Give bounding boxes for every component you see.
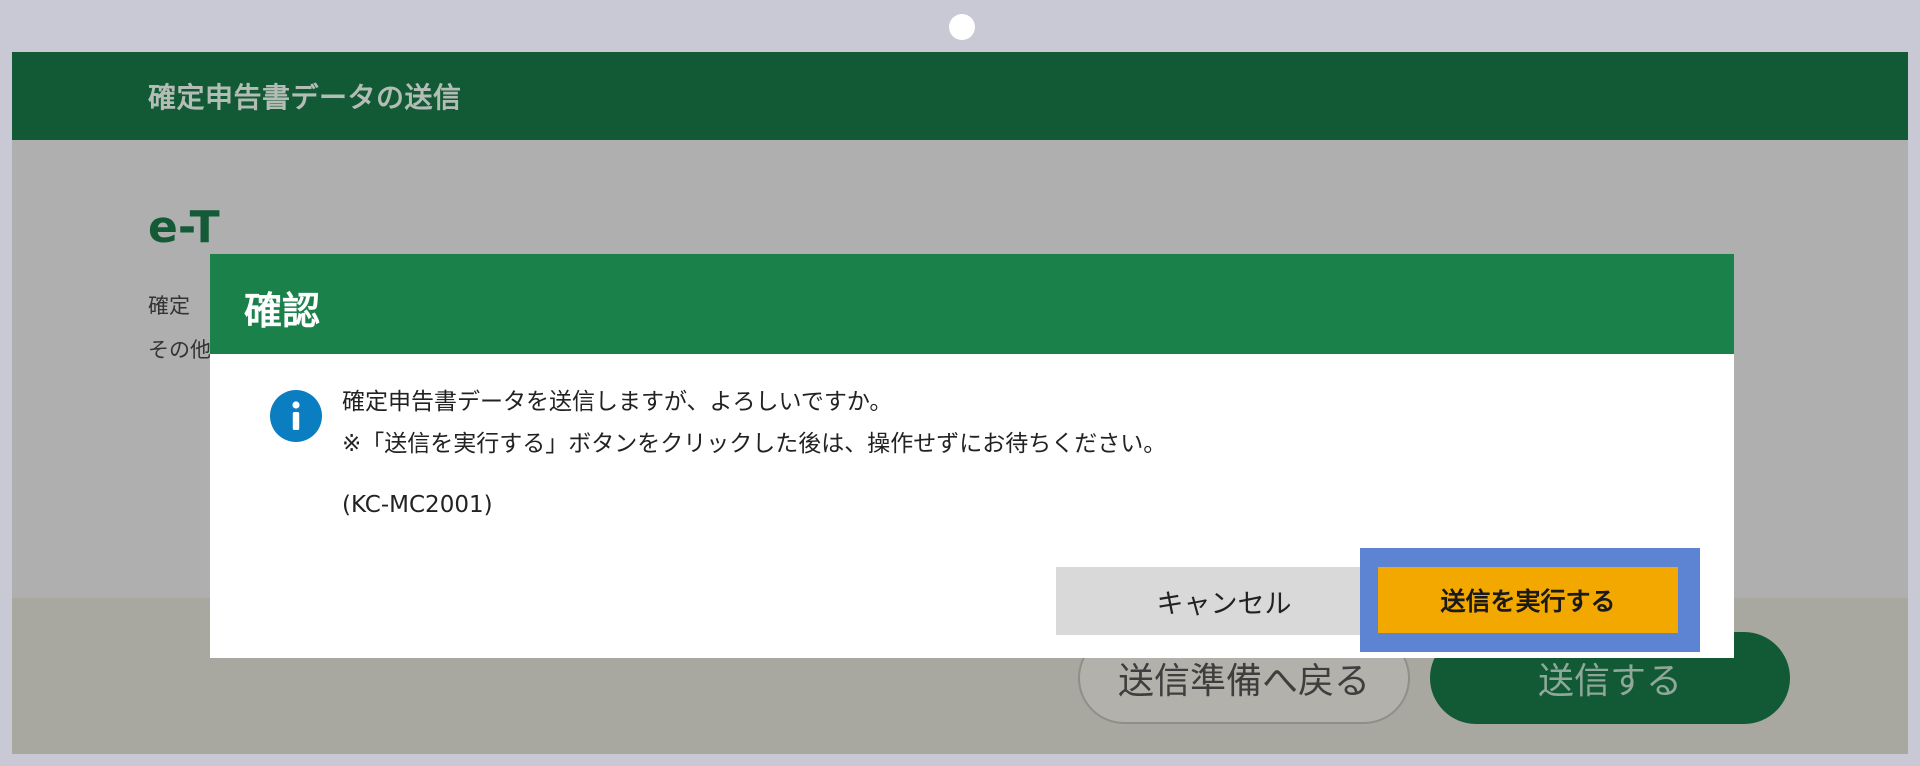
app-screen: 確定申告書データの送信 e-T 確定 その他 送信準備へ戻る 送信する 確認 確… (12, 52, 1908, 754)
page-text-line-1: 確定 (148, 294, 190, 318)
cancel-button[interactable]: キャンセル (1056, 567, 1392, 635)
execute-send-button[interactable]: 送信を実行する (1378, 567, 1678, 633)
page-header-title: 確定申告書データの送信 (148, 81, 462, 114)
page-title: e-T (148, 202, 220, 253)
dialog-message-code: (KC-MC2001) (342, 492, 493, 518)
camera-dot (949, 14, 975, 40)
page-text-line-2: その他 (148, 338, 211, 362)
dialog-message-line-1: 確定申告書データを送信しますが、よろしいですか。 (342, 389, 893, 415)
app-header: 確定申告書データの送信 (12, 52, 1908, 140)
info-icon (270, 390, 322, 442)
dialog-title: 確認 (244, 289, 321, 333)
confirm-dialog: 確認 確定申告書データを送信しますが、よろしいですか。 ※「送信を実行する」ボタ… (210, 254, 1734, 658)
dialog-message-line-2: ※「送信を実行する」ボタンをクリックした後は、操作せずにお待ちください。 (342, 431, 1167, 457)
dialog-header: 確認 (210, 254, 1734, 354)
